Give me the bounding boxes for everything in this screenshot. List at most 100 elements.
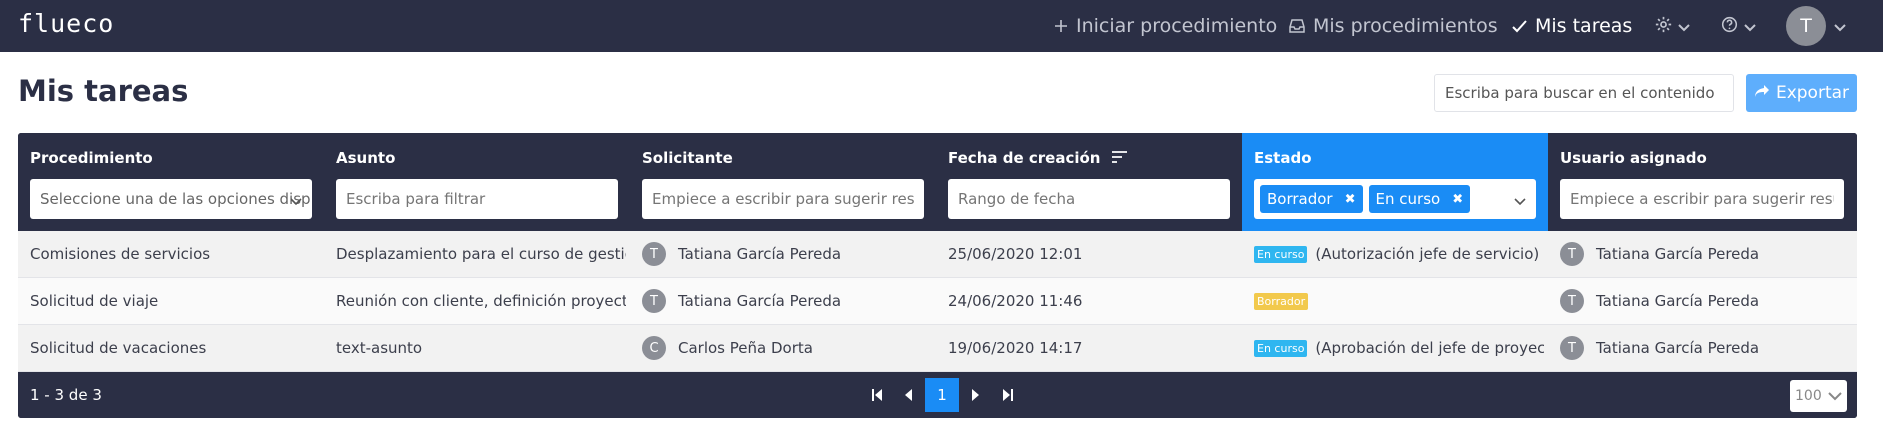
estado-tag-en-curso: En curso ✖ xyxy=(1368,185,1471,213)
asunto-filter-input[interactable] xyxy=(336,179,618,219)
cell-solicitante: C Carlos Peña Dorta xyxy=(642,325,932,371)
share-icon xyxy=(1754,83,1770,103)
results-count: 1 - 3 de 3 xyxy=(30,386,102,404)
table-row[interactable]: Solicitud de vacaciones text-asunto C Ca… xyxy=(18,325,1857,372)
top-navbar: flueco Iniciar procedimiento Mis procedi… xyxy=(0,0,1883,52)
chevron-down-icon xyxy=(1678,17,1690,36)
avatar: T xyxy=(1786,6,1826,46)
cell-estado: En curso (Aprobación del jefe de proyect… xyxy=(1254,325,1544,371)
nav-label: Mis procedimientos xyxy=(1313,15,1498,37)
avatar: T xyxy=(642,289,666,313)
estado-tag-borrador: Borrador ✖ xyxy=(1260,185,1363,213)
avatar: C xyxy=(642,336,666,360)
cell-fecha: 25/06/2020 12:01 xyxy=(948,245,1083,263)
cell-usuario: T Tatiana García Pereda xyxy=(1560,325,1850,371)
tag-label: Borrador xyxy=(1267,190,1333,208)
cell-usuario: T Tatiana García Pereda xyxy=(1560,278,1850,324)
usuario-name: Tatiana García Pereda xyxy=(1596,292,1760,310)
cell-asunto: text-asunto xyxy=(336,339,423,357)
cell-estado: Borrador xyxy=(1254,278,1544,324)
usuario-filter-input[interactable] xyxy=(1560,179,1844,219)
column-label: Estado xyxy=(1254,149,1312,167)
table-header: Procedimiento Seleccione una de las opci… xyxy=(18,133,1857,231)
column-fecha-creacion: Fecha de creación xyxy=(936,133,1242,231)
avatar: T xyxy=(1560,289,1584,313)
nav-iniciar-procedimiento[interactable]: Iniciar procedimiento xyxy=(1054,0,1277,52)
usuario-name: Tatiana García Pereda xyxy=(1596,245,1760,263)
pagination: 1 xyxy=(861,378,1023,412)
status-badge: En curso xyxy=(1254,339,1308,357)
solicitante-name: Tatiana García Pereda xyxy=(678,292,842,310)
sort-fecha-header[interactable]: Fecha de creación xyxy=(948,149,1128,167)
last-page-icon[interactable] xyxy=(991,378,1023,412)
tasks-table: Procedimiento Seleccione una de las opci… xyxy=(18,133,1857,418)
column-label: Asunto xyxy=(336,149,396,167)
table-row[interactable]: Comisiones de servicios Desplazamiento p… xyxy=(18,231,1857,278)
first-page-icon[interactable] xyxy=(861,378,893,412)
per-page-select[interactable]: 100 xyxy=(1790,380,1847,412)
page-title: Mis tareas xyxy=(18,74,189,108)
fecha-range-input[interactable] xyxy=(948,179,1230,219)
estado-multiselect[interactable]: Borrador ✖ En curso ✖ xyxy=(1254,179,1536,219)
column-label: Solicitante xyxy=(642,149,733,167)
estado-detail: (Aprobación del jefe de proyectos) xyxy=(1315,339,1544,357)
column-label: Usuario asignado xyxy=(1560,149,1707,167)
select-placeholder: Seleccione una de las opciones disp xyxy=(40,190,311,208)
estado-detail: (Autorización jefe de servicio) xyxy=(1315,245,1540,263)
cell-estado: En curso (Autorización jefe de servicio) xyxy=(1254,231,1544,277)
nav-mis-tareas[interactable]: Mis tareas xyxy=(1512,0,1632,52)
next-page-icon[interactable] xyxy=(959,378,991,412)
usuario-name: Tatiana García Pereda xyxy=(1596,339,1760,357)
export-button[interactable]: Exportar xyxy=(1746,74,1857,112)
user-menu[interactable]: T xyxy=(1786,0,1846,52)
help-menu[interactable] xyxy=(1721,0,1756,52)
per-page-value: 100 xyxy=(1795,388,1822,404)
chevron-down-icon xyxy=(1514,192,1526,210)
cell-procedimiento: Solicitud de vacaciones xyxy=(30,339,207,357)
cell-fecha: 19/06/2020 14:17 xyxy=(948,339,1083,357)
cell-asunto: Reunión con cliente, definición proyecto… xyxy=(336,292,626,310)
current-page-button[interactable]: 1 xyxy=(925,378,959,412)
column-estado: Estado Borrador ✖ En curso ✖ xyxy=(1242,133,1548,231)
column-usuario-asignado: Usuario asignado xyxy=(1548,133,1857,231)
status-badge: En curso xyxy=(1254,245,1308,263)
cell-usuario: T Tatiana García Pereda xyxy=(1560,231,1850,277)
plus-icon xyxy=(1054,19,1068,33)
column-solicitante: Solicitante xyxy=(630,133,936,231)
cell-procedimiento: Comisiones de servicios xyxy=(30,245,211,263)
settings-menu[interactable] xyxy=(1655,0,1690,52)
cell-fecha: 24/06/2020 11:46 xyxy=(948,292,1083,310)
inbox-icon xyxy=(1289,18,1305,34)
close-icon[interactable]: ✖ xyxy=(1345,192,1356,207)
check-icon xyxy=(1512,19,1527,33)
nav-mis-procedimientos[interactable]: Mis procedimientos xyxy=(1289,0,1498,52)
search-input[interactable] xyxy=(1434,74,1734,112)
logo-text: flueco xyxy=(18,9,115,38)
export-label: Exportar xyxy=(1775,83,1850,103)
cell-procedimiento: Solicitud de viaje xyxy=(30,292,159,310)
prev-page-icon[interactable] xyxy=(893,378,925,412)
cell-solicitante: T Tatiana García Pereda xyxy=(642,231,932,277)
solicitante-name: Tatiana García Pereda xyxy=(678,245,842,263)
nav-label: Iniciar procedimiento xyxy=(1076,15,1278,37)
table-row[interactable]: Solicitud de viaje Reunión con cliente, … xyxy=(18,278,1857,325)
tag-label: En curso xyxy=(1375,190,1441,208)
sort-icon xyxy=(1112,149,1128,167)
avatar: T xyxy=(1560,336,1584,360)
solicitante-name: Carlos Peña Dorta xyxy=(678,339,813,357)
gear-icon xyxy=(1655,16,1672,37)
status-badge: Borrador xyxy=(1254,292,1309,310)
close-icon[interactable]: ✖ xyxy=(1452,192,1463,207)
column-procedimiento: Procedimiento Seleccione una de las opci… xyxy=(18,133,324,231)
chevron-down-icon xyxy=(1744,17,1756,36)
table-footer: 1 - 3 de 3 1 100 xyxy=(18,372,1857,418)
question-icon xyxy=(1721,16,1738,37)
chevron-down-icon xyxy=(290,192,302,210)
solicitante-filter-input[interactable] xyxy=(642,179,924,219)
procedimiento-select[interactable]: Seleccione una de las opciones disp xyxy=(30,179,312,219)
avatar: T xyxy=(1560,242,1584,266)
column-label: Fecha de creación xyxy=(948,149,1101,167)
nav-label: Mis tareas xyxy=(1535,15,1633,37)
chevron-down-icon xyxy=(1828,391,1842,401)
cell-solicitante: T Tatiana García Pereda xyxy=(642,278,932,324)
